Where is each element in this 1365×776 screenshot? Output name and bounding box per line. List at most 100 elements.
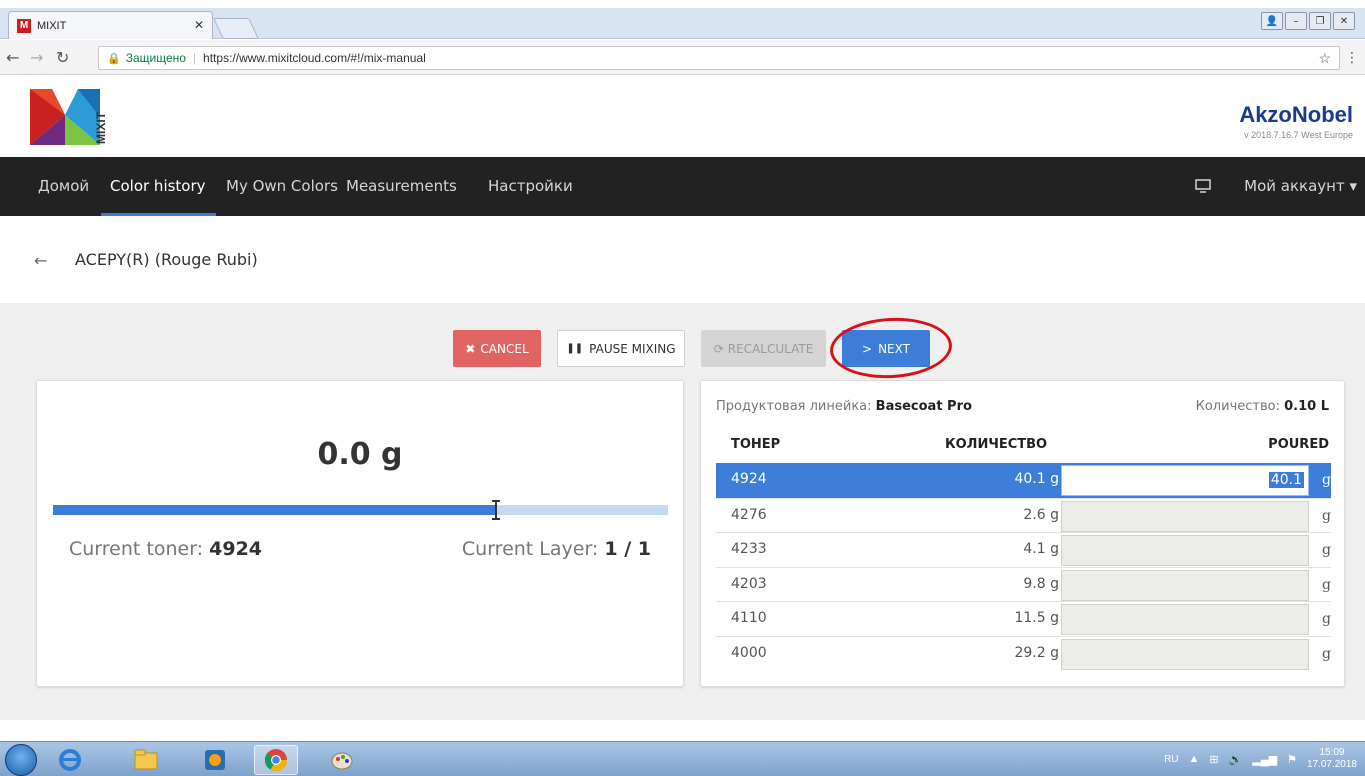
maximize-icon[interactable]: ❐ xyxy=(1309,12,1331,30)
tray-expand-icon[interactable]: ▲ xyxy=(1189,753,1200,765)
unit-label: g xyxy=(1322,611,1331,627)
url-input[interactable]: 🔒 Защищено | https://www.mixitcloud.com/… xyxy=(98,46,1340,70)
product-line-value: Basecoat Pro xyxy=(875,399,972,414)
quantity-label: Количество: xyxy=(1195,399,1280,414)
url-separator: | xyxy=(192,51,197,65)
version-label: v 2018.7.16.7 West Europe xyxy=(1244,130,1353,140)
cancel-button[interactable]: ✖ CANCEL xyxy=(453,330,541,367)
unit-label: g xyxy=(1322,507,1331,524)
recalculate-button[interactable]: ⟳ RECALCULATE xyxy=(701,330,826,367)
toner-amount: 40.1 g xyxy=(1014,471,1059,487)
current-layer-value: 1 / 1 xyxy=(604,538,651,560)
recipe-row[interactable]: 4276 2.6 g g xyxy=(716,497,1331,533)
address-bar: ← → ↻ 🔒 Защищено | https://www.mixitclou… xyxy=(0,40,1365,75)
back-arrow-icon[interactable]: ← xyxy=(34,251,47,270)
close-tab-icon[interactable]: ✕ xyxy=(194,18,204,32)
brand-name: AkzoNobel xyxy=(1239,102,1353,127)
browser-menu-icon[interactable]: ⋮ xyxy=(1345,50,1359,66)
start-button[interactable] xyxy=(5,744,37,776)
clock[interactable]: 15:09 17.07.2018 xyxy=(1307,747,1357,771)
volume-icon[interactable]: 🔈 xyxy=(1229,753,1243,766)
main-navbar: Домой Color history My Own Colors Measur… xyxy=(0,157,1365,216)
column-header-toner: ТОНЕР xyxy=(731,437,781,452)
mixit-logo-text: MIXIT xyxy=(94,111,108,144)
nav-settings[interactable]: Настройки xyxy=(488,177,573,195)
poured-input[interactable]: 40.1 xyxy=(1061,465,1309,496)
product-line: Продуктовая линейка: Basecoat Pro xyxy=(716,399,972,414)
current-toner-label: Current toner: xyxy=(69,538,204,560)
svg-text:MIXIT: MIXIT xyxy=(94,111,108,144)
reload-icon[interactable]: ↻ xyxy=(56,48,69,67)
chrome-icon[interactable] xyxy=(254,745,298,775)
scale-panel: 0.0 g Current toner: 4924 Current Layer:… xyxy=(36,380,684,687)
tab-title: MIXIT xyxy=(37,19,67,32)
recipe-row[interactable]: 4203 9.8 g g xyxy=(716,566,1331,602)
clock-date: 17.07.2018 xyxy=(1306,759,1357,770)
recipe-row[interactable]: 4110 11.5 g g xyxy=(716,601,1331,636)
toner-amount: 4.1 g xyxy=(1023,541,1059,557)
unit-label: g xyxy=(1322,576,1331,593)
caret-down-icon: ▾ xyxy=(1349,177,1357,195)
recipe-row[interactable]: 4000 29.2 g g xyxy=(716,635,1331,671)
account-menu[interactable]: Мой аккаунт ▾ xyxy=(1244,177,1357,195)
column-header-amount: КОЛИЧЕСТВО xyxy=(945,437,1048,452)
weight-readout: 0.0 g xyxy=(317,437,403,472)
minimize-icon[interactable]: – xyxy=(1285,12,1307,30)
poured-input[interactable] xyxy=(1061,604,1309,635)
toner-code: 4233 xyxy=(731,541,767,557)
pause-mixing-button[interactable]: ❚❚ PAUSE MIXING xyxy=(557,330,685,367)
nav-home[interactable]: Домой xyxy=(38,177,89,195)
akzonobel-brand: AkzoNobel v 2018.7.16.7 West Europe xyxy=(1239,102,1353,140)
cancel-label: CANCEL xyxy=(480,341,529,356)
nav-my-own-colors[interactable]: My Own Colors xyxy=(226,177,338,195)
page-title: ACEPY(R) (Rouge Rubi) xyxy=(75,250,258,269)
close-icon: ✖ xyxy=(465,341,476,356)
poured-value: 40.1 xyxy=(1268,472,1304,488)
poured-input[interactable] xyxy=(1061,535,1309,566)
forward-nav-icon[interactable]: → xyxy=(30,48,43,67)
network-icon[interactable]: ⊞ xyxy=(1209,753,1218,766)
bookmark-star-icon[interactable]: ☆ xyxy=(1318,50,1331,67)
toner-code: 4110 xyxy=(731,610,767,626)
toner-amount: 11.5 g xyxy=(1014,610,1059,626)
pour-progress-fill xyxy=(53,505,496,515)
signal-icon[interactable]: ▂▄▆ xyxy=(1252,753,1277,766)
language-indicator[interactable]: RU xyxy=(1164,754,1178,765)
mixit-favicon-icon: M xyxy=(17,18,31,33)
nav-active-indicator xyxy=(101,213,216,216)
current-layer-label: Current Layer: xyxy=(461,538,599,560)
browser-tabbar: M MIXIT ✕ 👤 – ❐ ✕ xyxy=(0,8,1365,39)
close-window-icon[interactable]: ✕ xyxy=(1333,12,1355,30)
recipe-row[interactable]: 4233 4.1 g g xyxy=(716,532,1331,567)
new-tab-button[interactable] xyxy=(213,18,259,39)
poured-input[interactable] xyxy=(1061,569,1309,601)
paint-icon[interactable] xyxy=(320,745,364,775)
toner-amount: 9.8 g xyxy=(1023,575,1059,592)
quantity-info: Количество: 0.10 L xyxy=(1196,399,1329,414)
unit-label: g xyxy=(1322,542,1331,558)
back-nav-icon[interactable]: ← xyxy=(6,48,19,67)
file-explorer-icon[interactable] xyxy=(124,745,168,775)
target-marker-icon xyxy=(491,500,500,520)
unit-label: g xyxy=(1322,472,1331,488)
user-icon[interactable]: 👤 xyxy=(1261,12,1283,30)
toner-code: 4276 xyxy=(731,506,767,523)
monitor-icon[interactable] xyxy=(1195,178,1211,194)
nav-measurements[interactable]: Measurements xyxy=(346,177,457,195)
nav-color-history[interactable]: Color history xyxy=(110,177,206,195)
current-toner-value: 4924 xyxy=(209,538,263,560)
media-player-icon[interactable] xyxy=(193,745,237,775)
current-layer-info: Current Layer: 1 / 1 xyxy=(462,538,651,560)
product-line-label: Продуктовая линейка: xyxy=(716,399,872,414)
toner-amount: 29.2 g xyxy=(1014,644,1059,661)
recipe-row[interactable]: 4924 40.1 g 40.1 g xyxy=(716,463,1331,498)
mixit-logo-icon xyxy=(30,89,100,145)
toner-code: 4000 xyxy=(731,644,767,661)
browser-tab[interactable]: M MIXIT ✕ xyxy=(8,11,213,39)
flag-alert-icon[interactable]: ⚑ xyxy=(1287,753,1297,766)
poured-input[interactable] xyxy=(1061,638,1309,670)
ie-icon[interactable] xyxy=(48,745,92,775)
secure-label: Защищено xyxy=(125,51,186,65)
poured-input[interactable] xyxy=(1061,500,1309,532)
refresh-icon: ⟳ xyxy=(713,341,724,356)
